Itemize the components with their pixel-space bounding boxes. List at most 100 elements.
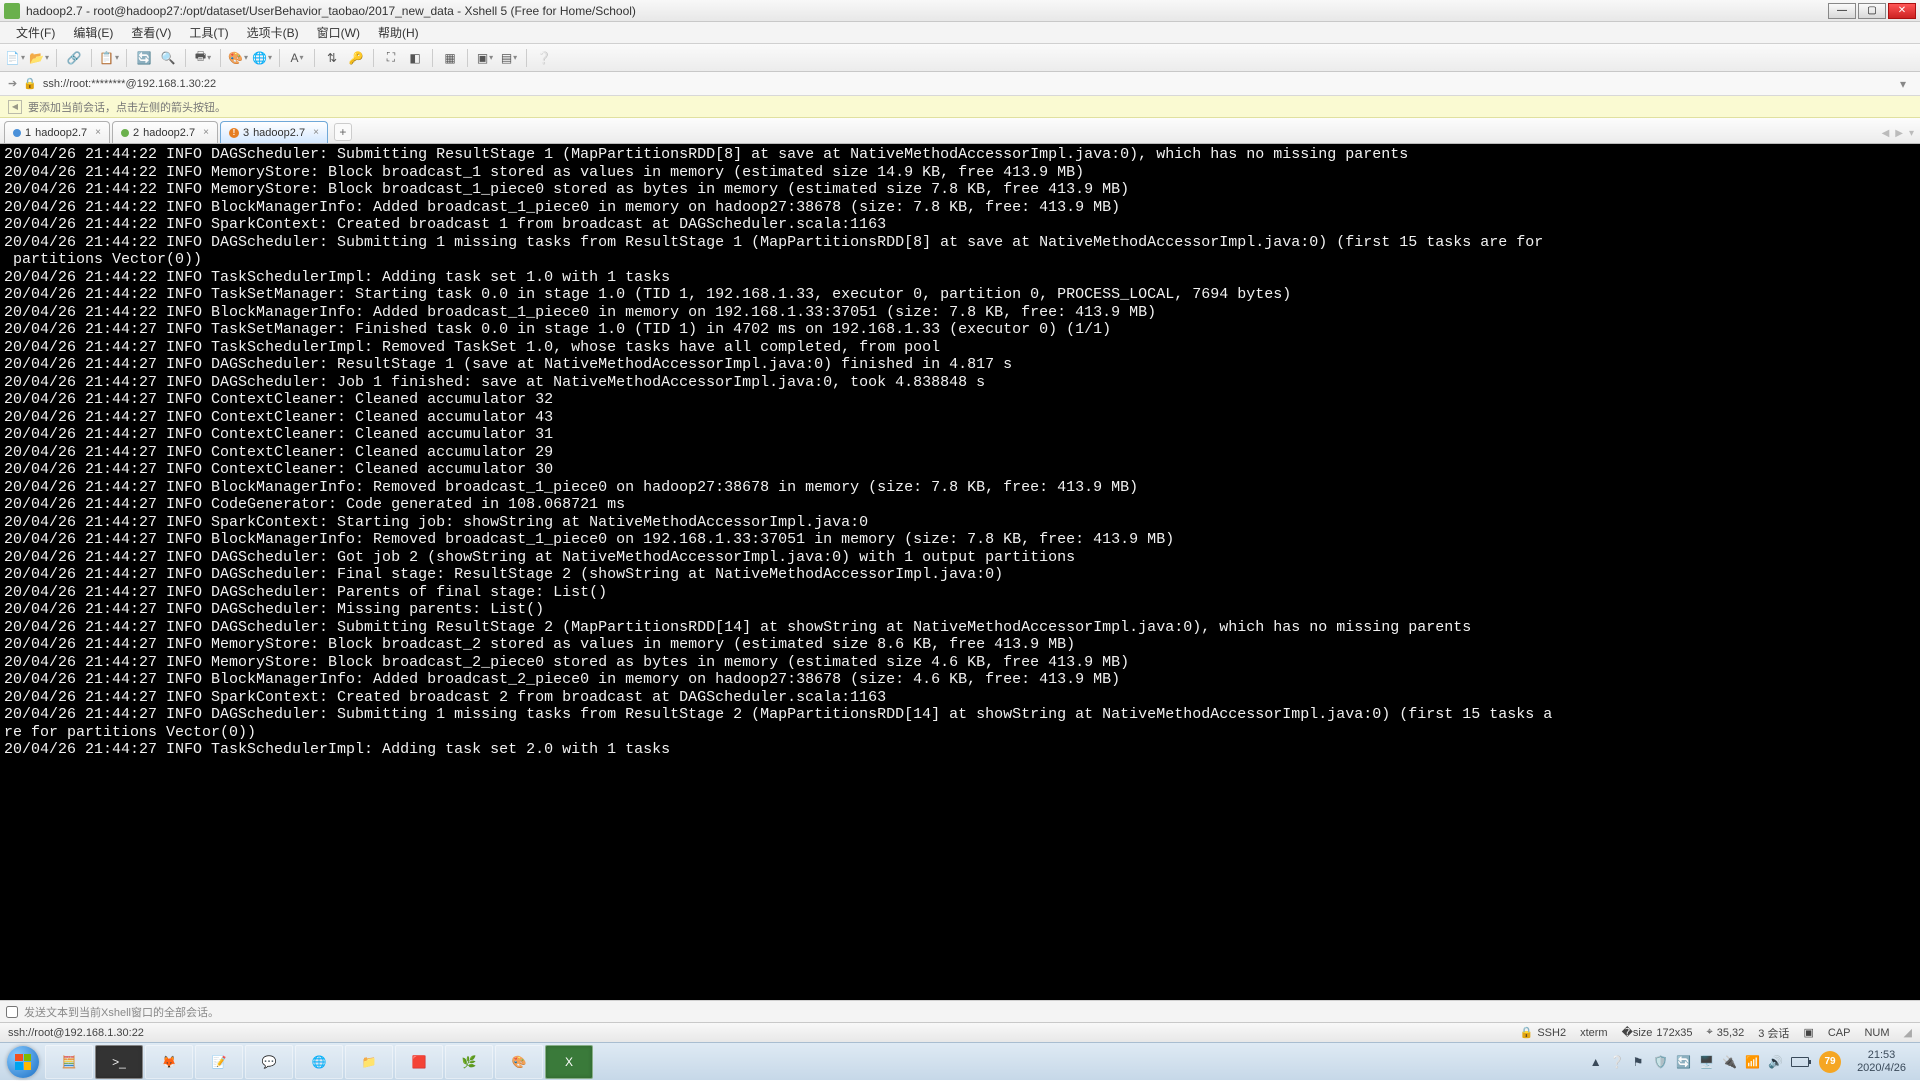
tray-battery-icon[interactable] bbox=[1791, 1057, 1809, 1067]
separator bbox=[314, 49, 315, 67]
tab-label: hadoop2.7 bbox=[35, 127, 87, 139]
transparent-icon[interactable]: ◧ bbox=[406, 49, 424, 67]
window-title: hadoop2.7 - root@hadoop27:/opt/dataset/U… bbox=[26, 4, 1828, 18]
tray-weather-badge[interactable]: 79 bbox=[1819, 1051, 1841, 1073]
status-ssh: 🔒 SSH2 bbox=[1520, 1026, 1566, 1039]
go-arrow-icon[interactable]: ➔ bbox=[8, 77, 17, 90]
print-icon[interactable]: 🖶▾ bbox=[194, 49, 212, 67]
tab-2[interactable]: 2 hadoop2.7 × bbox=[112, 121, 218, 143]
menubar: 文件(F) 编辑(E) 查看(V) 工具(T) 选项卡(B) 窗口(W) 帮助(… bbox=[0, 22, 1920, 44]
taskbar-app-explorer[interactable]: 📁 bbox=[345, 1045, 393, 1079]
separator bbox=[279, 49, 280, 67]
menu-file[interactable]: 文件(F) bbox=[8, 22, 63, 43]
tile-icon[interactable]: ▣▾ bbox=[476, 49, 494, 67]
taskbar-app-xshell[interactable]: X bbox=[545, 1045, 593, 1079]
separator bbox=[373, 49, 374, 67]
font-icon[interactable]: A▾ bbox=[288, 49, 306, 67]
search-icon[interactable]: 🔍 bbox=[159, 49, 177, 67]
windows-taskbar: 🧮 >_ 🦊 📝 💬 🌐 📁 🟥 🌿 🎨 X ▲ ❔ ⚑ 🛡️ 🔄 🖥️ 🔌 📶… bbox=[0, 1042, 1920, 1080]
tab-prev-icon[interactable]: ◀ bbox=[1882, 128, 1890, 139]
menu-tools[interactable]: 工具(T) bbox=[181, 22, 236, 43]
terminal-output[interactable]: 20/04/26 21:44:22 INFO DAGScheduler: Sub… bbox=[0, 144, 1920, 1000]
status-resize-grip-icon[interactable]: ◢ bbox=[1904, 1026, 1912, 1039]
tab-index: 3 bbox=[243, 127, 249, 139]
separator bbox=[220, 49, 221, 67]
maximize-button[interactable]: ▢ bbox=[1858, 3, 1886, 19]
send-to-all-checkbox[interactable] bbox=[6, 1006, 18, 1018]
tab-label: hadoop2.7 bbox=[253, 127, 305, 139]
menu-option[interactable]: 选项卡(B) bbox=[239, 22, 307, 43]
status-term: xterm bbox=[1580, 1027, 1608, 1039]
menu-help[interactable]: 帮助(H) bbox=[370, 22, 427, 43]
tray-network-icon[interactable]: 🔌 bbox=[1722, 1055, 1737, 1069]
refresh-icon[interactable]: 🔄 bbox=[135, 49, 153, 67]
encoding-icon[interactable]: 🌐▾ bbox=[253, 49, 271, 67]
tray-help-icon[interactable]: ❔ bbox=[1610, 1055, 1625, 1069]
address-text[interactable]: ssh://root:********@192.168.1.30:22 bbox=[43, 78, 1888, 90]
menu-window[interactable]: 窗口(W) bbox=[309, 22, 368, 43]
taskbar-app-firefox[interactable]: 🦊 bbox=[145, 1045, 193, 1079]
taskbar-app-chrome[interactable]: 🌐 bbox=[295, 1045, 343, 1079]
status-dot-icon bbox=[13, 129, 21, 137]
open-session-icon[interactable]: 📂▾ bbox=[30, 49, 48, 67]
status-size: �size 172x35 bbox=[1622, 1026, 1693, 1039]
link-icon[interactable]: 🔗 bbox=[65, 49, 83, 67]
tab-strip: 1 hadoop2.7 × 2 hadoop2.7 × ! 3 hadoop2.… bbox=[0, 118, 1920, 144]
start-button[interactable] bbox=[2, 1043, 44, 1081]
pin-session-button[interactable]: ◀ bbox=[8, 100, 22, 114]
address-dropdown-icon[interactable]: ▾ bbox=[1894, 77, 1912, 91]
tray-volume-icon[interactable]: 🔊 bbox=[1768, 1055, 1783, 1069]
tab-close-icon[interactable]: × bbox=[95, 127, 101, 138]
tray-clock[interactable]: 21:53 2020/4/26 bbox=[1851, 1049, 1912, 1075]
status-dot-icon bbox=[121, 129, 129, 137]
copy-icon[interactable]: 📋▾ bbox=[100, 49, 118, 67]
system-tray: ▲ ❔ ⚑ 🛡️ 🔄 🖥️ 🔌 📶 🔊 79 21:53 2020/4/26 bbox=[1584, 1049, 1918, 1075]
menu-edit[interactable]: 编辑(E) bbox=[65, 22, 121, 43]
tab-add-button[interactable]: + bbox=[334, 123, 352, 141]
color-icon[interactable]: 🎨▾ bbox=[229, 49, 247, 67]
close-button[interactable]: ✕ bbox=[1888, 3, 1916, 19]
menu-view[interactable]: 查看(V) bbox=[123, 22, 179, 43]
tray-flag-icon[interactable]: ⚑ bbox=[1633, 1055, 1644, 1069]
taskbar-app-misc2[interactable]: 🌿 bbox=[445, 1045, 493, 1079]
status-warn-icon: ! bbox=[229, 128, 239, 138]
tray-display-icon[interactable]: 🖥️ bbox=[1699, 1055, 1714, 1069]
key-icon[interactable]: 🔑 bbox=[347, 49, 365, 67]
separator bbox=[56, 49, 57, 67]
toolbar: 📄▾ 📂▾ 🔗 📋▾ 🔄 🔍 🖶▾ 🎨▾ 🌐▾ A▾ ⇅ 🔑 ⛶ ◧ ▦ ▣▾ … bbox=[0, 44, 1920, 72]
taskbar-app-misc1[interactable]: 🟥 bbox=[395, 1045, 443, 1079]
send-to-all-bar: 发送文本到当前Xshell窗口的全部会话。 bbox=[0, 1000, 1920, 1022]
tab-label: hadoop2.7 bbox=[143, 127, 195, 139]
separator bbox=[126, 49, 127, 67]
taskbar-app-chat[interactable]: 💬 bbox=[245, 1045, 293, 1079]
tab-next-icon[interactable]: ▶ bbox=[1895, 128, 1903, 139]
status-overlap-icon[interactable]: ▣ bbox=[1803, 1026, 1813, 1039]
status-sessions: 3 会话 bbox=[1758, 1025, 1789, 1041]
taskbar-app-terminal[interactable]: >_ bbox=[95, 1045, 143, 1079]
tab-list-icon[interactable]: ▾ bbox=[1909, 128, 1914, 139]
tray-shield-icon[interactable]: 🛡️ bbox=[1653, 1055, 1668, 1069]
tray-sync-icon[interactable]: 🔄 bbox=[1676, 1055, 1691, 1069]
transfer-icon[interactable]: ⇅ bbox=[323, 49, 341, 67]
tab-close-icon[interactable]: × bbox=[203, 127, 209, 138]
tray-wifi-icon[interactable]: 📶 bbox=[1745, 1055, 1760, 1069]
status-num: NUM bbox=[1864, 1027, 1889, 1039]
tab-3[interactable]: ! 3 hadoop2.7 × bbox=[220, 121, 328, 143]
fullscreen-icon[interactable]: ⛶ bbox=[382, 49, 400, 67]
tray-show-hidden-icon[interactable]: ▲ bbox=[1590, 1055, 1602, 1069]
taskbar-app-notepad[interactable]: 📝 bbox=[195, 1045, 243, 1079]
new-session-icon[interactable]: 📄▾ bbox=[6, 49, 24, 67]
tab-nav-arrows: ◀ ▶ ▾ bbox=[1882, 128, 1914, 139]
separator bbox=[526, 49, 527, 67]
tab-1[interactable]: 1 hadoop2.7 × bbox=[4, 121, 110, 143]
minimize-button[interactable]: — bbox=[1828, 3, 1856, 19]
tab-close-icon[interactable]: × bbox=[313, 127, 319, 138]
status-bar: ssh://root@192.168.1.30:22 🔒 SSH2 xterm … bbox=[0, 1022, 1920, 1042]
taskbar-app-calculator[interactable]: 🧮 bbox=[45, 1045, 93, 1079]
help-icon[interactable]: ❔ bbox=[535, 49, 553, 67]
cascade-icon[interactable]: ▤▾ bbox=[500, 49, 518, 67]
compose-icon[interactable]: ▦ bbox=[441, 49, 459, 67]
hint-bar: ◀ 要添加当前会话，点击左侧的箭头按钮。 bbox=[0, 96, 1920, 118]
status-connection: ssh://root@192.168.1.30:22 bbox=[8, 1027, 144, 1039]
taskbar-app-paint[interactable]: 🎨 bbox=[495, 1045, 543, 1079]
